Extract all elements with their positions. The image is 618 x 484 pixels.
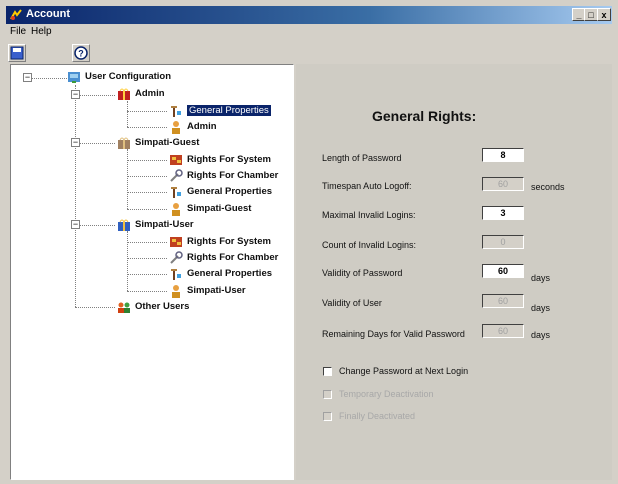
window-title: Account bbox=[26, 8, 70, 20]
field-label: Length of Password bbox=[322, 153, 402, 163]
tree-root-label: User Configuration bbox=[85, 71, 172, 82]
chamber-rights-icon bbox=[170, 169, 183, 182]
user-tree[interactable]: − − − − User Configuration Admin General… bbox=[10, 64, 294, 480]
title-bar: Account _ □ x bbox=[6, 6, 612, 24]
field-label: Count of Invalid Logins: bbox=[322, 240, 417, 250]
unit-label: days bbox=[531, 303, 551, 313]
user-icon bbox=[172, 121, 180, 134]
auto-logoff-input: 60 bbox=[482, 177, 524, 191]
user-icon bbox=[172, 285, 180, 298]
collapse-root-button[interactable]: − bbox=[23, 73, 32, 82]
password-validity-input[interactable]: 60 bbox=[482, 264, 524, 278]
checkbox-label: Temporary Deactivation bbox=[339, 389, 434, 399]
change-password-checkbox[interactable] bbox=[323, 367, 332, 376]
tree-item-label: Rights For System bbox=[187, 154, 271, 165]
field-label: Remaining Days for Valid Password bbox=[322, 329, 465, 339]
page-title: General Rights: bbox=[372, 108, 477, 124]
unit-label: days bbox=[531, 273, 551, 283]
unit-label: days bbox=[531, 330, 551, 340]
tree-group-label: Simpati-User bbox=[135, 219, 194, 230]
menu-bar: File Help bbox=[6, 24, 612, 40]
tree-item-label: General Properties bbox=[187, 186, 273, 197]
field-label: Validity of User bbox=[322, 298, 382, 308]
user-config-icon bbox=[68, 72, 80, 83]
close-button[interactable]: x bbox=[597, 8, 611, 21]
tree-item-label: Rights For Chamber bbox=[187, 170, 279, 181]
tree-item-label: Admin bbox=[187, 121, 217, 132]
help-button[interactable]: ? bbox=[72, 44, 90, 62]
properties-icon bbox=[171, 269, 181, 280]
gift-box-icon bbox=[118, 88, 130, 100]
save-button[interactable] bbox=[8, 44, 26, 62]
remaining-days-input: 60 bbox=[482, 324, 524, 338]
tree-item-label: General Properties bbox=[187, 268, 273, 279]
tree-item-label: General Properties bbox=[187, 105, 271, 116]
tree-item-label: Rights For Chamber bbox=[187, 252, 279, 263]
app-icon bbox=[10, 9, 22, 20]
svg-text:?: ? bbox=[78, 49, 84, 59]
password-length-input[interactable]: 8 bbox=[482, 148, 524, 162]
field-label: Maximal Invalid Logins: bbox=[322, 210, 416, 220]
save-icon bbox=[10, 46, 24, 60]
tree-group-label: Simpati-Guest bbox=[135, 137, 200, 148]
system-rights-icon bbox=[170, 237, 182, 247]
checkbox-label: Change Password at Next Login bbox=[339, 366, 469, 376]
unit-label: seconds bbox=[531, 182, 565, 192]
field-label: Timespan Auto Logoff: bbox=[322, 181, 412, 191]
menu-file[interactable]: File bbox=[10, 26, 26, 37]
collapse-user-button[interactable]: − bbox=[71, 220, 80, 229]
collapse-guest-button[interactable]: − bbox=[71, 138, 80, 147]
gift-box-icon bbox=[118, 137, 130, 149]
system-rights-icon bbox=[170, 155, 182, 165]
menu-help[interactable]: Help bbox=[31, 26, 52, 37]
tree-group-label: Admin bbox=[135, 88, 165, 99]
help-icon: ? bbox=[74, 46, 88, 60]
max-invalid-logins-input[interactable]: 3 bbox=[482, 206, 524, 220]
tree-other-label: Other Users bbox=[135, 301, 190, 312]
properties-icon bbox=[171, 187, 181, 198]
field-label: Validity of Password bbox=[322, 268, 403, 278]
collapse-admin-button[interactable]: − bbox=[71, 90, 80, 99]
checkbox-label: Finally Deactivated bbox=[339, 411, 416, 421]
finally-deactivated-checkbox bbox=[323, 412, 332, 421]
maximize-button[interactable]: □ bbox=[584, 8, 598, 21]
user-validity-input: 60 bbox=[482, 294, 524, 308]
toolbar: ? bbox=[6, 42, 612, 64]
tree-item-label: Simpati-Guest bbox=[187, 203, 252, 214]
chamber-rights-icon bbox=[170, 251, 183, 264]
invalid-logins-count-input: 0 bbox=[482, 235, 524, 249]
gift-box-icon bbox=[118, 219, 130, 231]
tree-item-label: Rights For System bbox=[187, 236, 271, 247]
properties-icon bbox=[171, 106, 181, 117]
user-icon bbox=[172, 203, 180, 216]
temporary-deactivation-checkbox bbox=[323, 390, 332, 399]
users-icon bbox=[118, 302, 130, 313]
tree-item-label: Simpati-User bbox=[187, 285, 246, 296]
